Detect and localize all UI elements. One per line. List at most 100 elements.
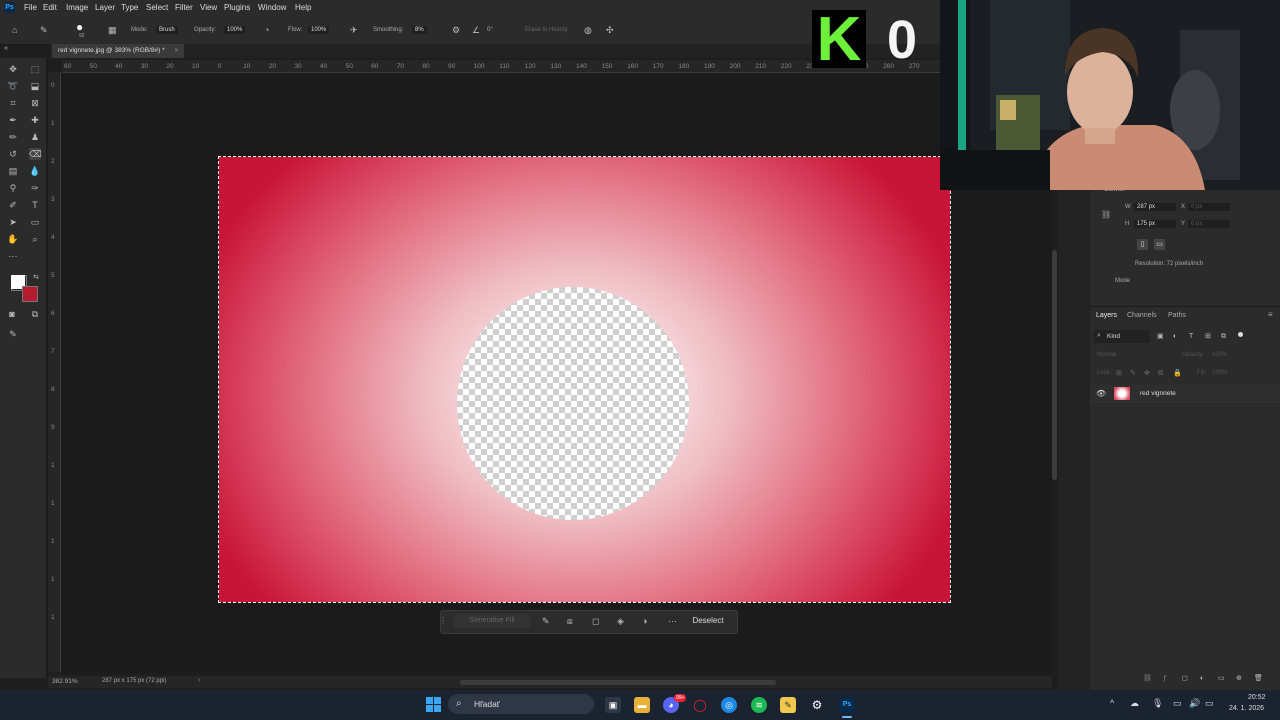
filter-type-icon[interactable]: T bbox=[1189, 332, 1193, 342]
dodge-tool-icon[interactable]: ⚲ bbox=[7, 182, 19, 194]
move-tool-icon[interactable]: ✥ bbox=[7, 63, 19, 75]
link-layers-icon[interactable]: ⛓ bbox=[1143, 674, 1152, 684]
filter-adjustment-icon[interactable]: ◐ bbox=[1173, 332, 1177, 342]
add-mask-icon[interactable]: ◻ bbox=[1182, 674, 1188, 684]
status-menu-chevron-icon[interactable]: › bbox=[198, 677, 200, 684]
filter-pixel-icon[interactable]: ▣ bbox=[1157, 332, 1164, 342]
windows-start-icon[interactable] bbox=[426, 697, 441, 712]
symmetry-icon[interactable]: ✣ bbox=[606, 25, 614, 35]
smoothing-input[interactable]: 8% bbox=[412, 26, 427, 34]
more-options-icon[interactable]: ⋯ bbox=[668, 616, 677, 626]
menu-plugins[interactable]: Plugins bbox=[224, 3, 250, 12]
gradient-tool-icon[interactable]: ▤ bbox=[7, 165, 19, 177]
delete-layer-icon[interactable]: 🗑 bbox=[1254, 674, 1263, 684]
link-dimensions-icon[interactable]: ⛓ bbox=[1101, 210, 1111, 219]
tray-mic-icon[interactable]: 🎙 bbox=[1152, 698, 1163, 709]
fill-input[interactable]: 100% bbox=[1212, 370, 1227, 376]
smoothing-settings-gear-icon[interactable]: ⚙ bbox=[452, 25, 460, 35]
clone-stamp-tool-icon[interactable]: ♟ bbox=[29, 131, 41, 143]
close-tab-icon[interactable]: × bbox=[175, 47, 179, 54]
deselect-button[interactable]: Deselect bbox=[688, 614, 728, 628]
new-layer-icon[interactable]: ⊕ bbox=[1236, 674, 1242, 684]
eraser-tool-icon[interactable]: ✎ bbox=[40, 25, 48, 35]
swap-colors-icon[interactable]: ⇆ bbox=[30, 272, 42, 284]
drag-handle-icon[interactable]: ⋮ bbox=[439, 616, 447, 626]
tray-cloud-icon[interactable]: ☁ bbox=[1130, 698, 1139, 709]
angle-value[interactable]: 0° bbox=[487, 27, 493, 33]
tray-volume-icon[interactable]: 🔊 bbox=[1189, 698, 1200, 709]
tray-chevron-icon[interactable]: ^ bbox=[1110, 698, 1114, 708]
pressure-size-icon[interactable]: ◍ bbox=[584, 25, 592, 35]
marquee-tool-icon[interactable]: ⬚ bbox=[29, 63, 41, 75]
spotify-icon[interactable]: ≋ bbox=[751, 697, 767, 713]
frame-tool-icon[interactable]: ⊠ bbox=[29, 97, 41, 109]
menu-image[interactable]: Image bbox=[66, 3, 88, 12]
eraser-tool-active-icon[interactable]: ⌫ bbox=[29, 148, 42, 160]
more-tools-icon[interactable]: ⋯ bbox=[7, 250, 19, 262]
settings-app-icon[interactable]: ⚙ bbox=[809, 697, 825, 713]
tray-battery-icon[interactable]: ▭ bbox=[1205, 698, 1214, 709]
browser-icon[interactable]: ◎ bbox=[721, 697, 737, 713]
tray-network-icon[interactable]: ▭ bbox=[1173, 698, 1182, 709]
menu-select[interactable]: Select bbox=[146, 3, 168, 12]
hand-tool-icon[interactable]: ✋ bbox=[7, 233, 19, 245]
erase-to-history-checkbox[interactable]: Erase to History bbox=[525, 27, 568, 33]
opera-icon[interactable]: ◯ bbox=[692, 697, 708, 713]
layer-row[interactable]: 👁 red vignnete bbox=[1090, 385, 1280, 403]
file-explorer-icon[interactable]: ▬ bbox=[634, 697, 650, 713]
airbrush-icon[interactable]: ✈ bbox=[350, 25, 358, 35]
menu-file[interactable]: File bbox=[24, 3, 37, 12]
path-selection-tool-icon[interactable]: ➤ bbox=[7, 216, 19, 228]
blend-mode-select[interactable]: Normal bbox=[1097, 352, 1116, 358]
zoom-level[interactable]: 382.91% bbox=[52, 678, 78, 685]
extra-tool-icon[interactable]: ✎ bbox=[7, 328, 19, 340]
clock-time[interactable]: 20:52 bbox=[1248, 694, 1266, 701]
tab-channels[interactable]: Channels bbox=[1127, 312, 1157, 319]
menu-view[interactable]: View bbox=[200, 3, 217, 12]
transform-selection-icon[interactable]: ◻ bbox=[592, 616, 599, 626]
crop-tool-icon[interactable]: ⌗ bbox=[7, 97, 19, 109]
brush-settings-icon[interactable]: ▦ bbox=[108, 25, 117, 35]
screen-mode-icon[interactable]: ⧉ bbox=[29, 308, 41, 320]
fill-selection-icon[interactable]: ◈ bbox=[617, 616, 624, 626]
brush-tool-icon[interactable]: ✏ bbox=[7, 131, 19, 143]
horizontal-scrollbar[interactable] bbox=[460, 680, 776, 685]
tab-layers[interactable]: Layers bbox=[1096, 312, 1117, 319]
lock-artboard-icon[interactable]: ⧉ bbox=[1158, 369, 1163, 379]
lasso-tool-icon[interactable]: ➰ bbox=[7, 80, 19, 92]
pressure-opacity-icon[interactable]: ◔ bbox=[264, 25, 269, 35]
quick-mask-icon[interactable]: ◙ bbox=[6, 308, 18, 320]
menu-type[interactable]: Type bbox=[121, 3, 138, 12]
home-icon[interactable]: ⌂ bbox=[12, 25, 17, 35]
healing-brush-tool-icon[interactable]: ✚ bbox=[29, 114, 41, 126]
document-tab[interactable]: red vignnete.jpg @ 383% (RGB/8#) * × bbox=[52, 44, 185, 58]
layer-visibility-eye-icon[interactable]: 👁 bbox=[1096, 389, 1106, 398]
photoshop-taskbar-icon[interactable]: Ps bbox=[839, 697, 855, 713]
lock-pixels-icon[interactable]: ✎ bbox=[1130, 369, 1136, 379]
portrait-orientation-icon[interactable]: ▯ bbox=[1137, 239, 1148, 250]
lock-transparency-icon[interactable]: ⊞ bbox=[1116, 369, 1122, 379]
height-input[interactable]: 175 px bbox=[1134, 220, 1176, 228]
x-input[interactable]: 0 px bbox=[1188, 203, 1230, 211]
generative-fill-button[interactable]: Generative Fill bbox=[454, 614, 530, 628]
layer-filter-kind-select[interactable]: ⌕ Kind bbox=[1094, 330, 1150, 343]
modify-selection-icon[interactable]: ✎ bbox=[542, 616, 550, 626]
layer-opacity-input[interactable]: 100% bbox=[1212, 352, 1227, 358]
y-input[interactable]: 0 px bbox=[1188, 220, 1230, 228]
clock-date[interactable]: 24. 1. 2026 bbox=[1229, 705, 1264, 712]
tab-paths[interactable]: Paths bbox=[1168, 312, 1186, 319]
eyedropper-tool-icon[interactable]: ✒ bbox=[7, 114, 19, 126]
mode-select[interactable]: Brush bbox=[156, 26, 178, 34]
opacity-input[interactable]: 100% bbox=[224, 26, 246, 34]
lock-all-icon[interactable]: 🔒 bbox=[1173, 369, 1182, 379]
zoom-tool-icon[interactable]: ⌕ bbox=[29, 233, 41, 245]
new-adjustment-icon[interactable]: ◐ bbox=[1200, 674, 1204, 684]
background-color-swatch[interactable] bbox=[22, 286, 38, 302]
brush-preset-icon[interactable]: ● bbox=[76, 21, 83, 33]
notes-app-icon[interactable]: ✎ bbox=[780, 697, 796, 713]
collapse-panel-icon[interactable]: « bbox=[4, 44, 8, 54]
blur-tool-icon[interactable]: 💧 bbox=[29, 165, 41, 177]
taskbar-search-box[interactable]: ⌕ Hľadať bbox=[448, 694, 594, 714]
pen-tool-icon[interactable]: ✑ bbox=[29, 182, 41, 194]
layer-name[interactable]: red vignnete bbox=[1140, 390, 1176, 397]
